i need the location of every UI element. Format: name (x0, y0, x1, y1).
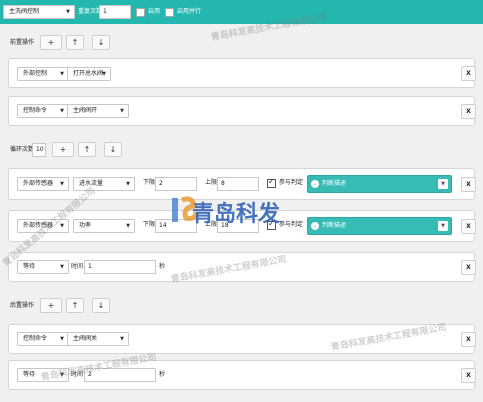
pre-section-title: 前置操作 (10, 39, 35, 46)
parallel-checkbox[interactable] (165, 8, 174, 17)
step-action-label: 主阀阀开 (73, 107, 98, 114)
step-action-select[interactable]: 主阀阀开 ▼ (67, 104, 129, 118)
chevron-down-icon: ▼ (438, 221, 448, 231)
chevron-down-icon: ▼ (60, 372, 64, 378)
chevron-down-icon: ▼ (66, 9, 70, 15)
judge-description-select[interactable]: ⌄ 判断描述 ▼ (307, 217, 452, 235)
loop-count-label: 循环次数 (10, 146, 35, 153)
chevron-down-icon: ▼ (60, 71, 64, 77)
chevron-down-icon: ▼ (60, 264, 64, 270)
chevron-down-icon: ▼ (126, 223, 130, 229)
step-type-select[interactable]: 控制命令 ▼ (17, 104, 69, 118)
step-type-select[interactable]: 外部传感器 ▼ (17, 177, 69, 191)
judge-checkbox[interactable] (267, 177, 276, 188)
pre-add-button[interactable]: + (40, 35, 62, 50)
step-type-label: 等待 (23, 263, 36, 270)
post-up-button[interactable]: ↑ (66, 298, 84, 313)
upper-input[interactable]: 18 (217, 219, 259, 233)
enable-label: 启用 (148, 8, 161, 15)
sensor-select[interactable]: 进水流量 ▼ (73, 177, 135, 191)
delete-step-button[interactable]: X (461, 219, 476, 234)
step-action-label: 主阀阀关 (73, 335, 98, 342)
step-type-select[interactable]: 外部控制 ▼ (17, 67, 69, 81)
loop-count-input[interactable]: 10 (32, 143, 46, 157)
judge-label: 参与判定 (279, 221, 304, 228)
chevron-down-icon: ▼ (60, 223, 64, 229)
step-type-label: 外部传感器 (23, 180, 54, 187)
valve-select-label: 主洗阀控制 (9, 8, 40, 15)
loop-step-row-3: 等待 ▼ 时间 1 秒 X (8, 252, 476, 282)
loop-add-button[interactable]: + (52, 142, 74, 157)
pre-step-row-1: 外部控制 ▼ 打开总水阀 ▼ X (8, 58, 476, 88)
step-action-select[interactable]: 主阀阀关 ▼ (67, 332, 129, 346)
step-action-select[interactable]: 打开总水阀 ▼ (67, 67, 111, 81)
pre-step-row-2: 控制命令 ▼ 主阀阀开 ▼ X (8, 96, 476, 126)
chevron-down-icon: ▼ (120, 336, 124, 342)
time-label: 时间 (71, 371, 84, 378)
judge-description-label: 判断描述 (322, 180, 347, 187)
upper-label: 上限 (205, 221, 218, 228)
loop-step-row-2: 外部传感器 ▼ 功率 ▼ 下限 14 上限 18 参与判定 ⌄ 判断描述 ▼ X (8, 210, 476, 242)
sensor-label: 功率 (79, 222, 92, 229)
time-unit-label: 秒 (159, 263, 166, 270)
step-type-select[interactable]: 控制命令 ▼ (17, 332, 69, 346)
chevron-circle-icon: ⌄ (311, 180, 319, 188)
time-unit-label: 秒 (159, 371, 166, 378)
lower-input[interactable]: 2 (155, 177, 197, 191)
judge-description-label: 判断描述 (322, 222, 347, 229)
sensor-select[interactable]: 功率 ▼ (73, 219, 135, 233)
loop-up-button[interactable]: ↑ (78, 142, 96, 157)
lower-label: 下限 (143, 221, 156, 228)
step-type-select[interactable]: 等待 ▼ (17, 368, 69, 382)
post-step-row-2: 等待 ▼ 时间 2 秒 X (8, 360, 476, 390)
step-type-label: 等待 (23, 371, 36, 378)
delete-step-button[interactable]: X (461, 332, 476, 347)
delete-step-button[interactable]: X (461, 66, 476, 81)
step-type-select[interactable]: 外部传感器 ▼ (17, 219, 69, 233)
lower-input[interactable]: 14 (155, 219, 197, 233)
chevron-down-icon: ▼ (60, 108, 64, 114)
post-down-button[interactable]: ↓ (92, 298, 110, 313)
upper-input[interactable]: 8 (217, 177, 259, 191)
chevron-down-icon: ▼ (126, 181, 130, 187)
post-step-row-1: 控制命令 ▼ 主阀阀关 ▼ X (8, 324, 476, 354)
valve-select[interactable]: 主洗阀控制 ▼ (3, 5, 75, 19)
step-type-label: 外部传感器 (23, 222, 54, 229)
top-toolbar: 主洗阀控制 ▼ 重复次数 1 启用 启用并行 (0, 0, 483, 24)
time-input[interactable]: 1 (84, 260, 156, 274)
chevron-down-icon: ▼ (60, 336, 64, 342)
step-type-select[interactable]: 等待 ▼ (17, 260, 69, 274)
step-type-label: 控制命令 (23, 107, 48, 114)
time-label: 时间 (71, 263, 84, 270)
delete-step-button[interactable]: X (461, 260, 476, 275)
step-type-label: 控制命令 (23, 335, 48, 342)
judge-description-select[interactable]: ⌄ 判断描述 ▼ (307, 175, 452, 193)
repeat-input[interactable]: 1 (99, 5, 131, 19)
step-type-label: 外部控制 (23, 70, 48, 77)
delete-step-button[interactable]: X (461, 177, 476, 192)
pre-down-button[interactable]: ↓ (92, 35, 110, 50)
time-input[interactable]: 2 (84, 368, 156, 382)
judge-label: 参与判定 (279, 179, 304, 186)
chevron-down-icon: ▼ (60, 181, 64, 187)
judge-checkbox[interactable] (267, 219, 276, 230)
chevron-down-icon: ▼ (120, 108, 124, 114)
loop-down-button[interactable]: ↓ (104, 142, 122, 157)
lower-label: 下限 (143, 179, 156, 186)
parallel-label: 启用并行 (177, 8, 202, 15)
upper-label: 上限 (205, 179, 218, 186)
sensor-label: 进水流量 (79, 180, 104, 187)
chevron-circle-icon: ⌄ (311, 222, 319, 230)
post-add-button[interactable]: + (40, 298, 62, 313)
enable-checkbox[interactable] (136, 8, 145, 17)
chevron-down-icon: ▼ (102, 71, 106, 77)
post-section-title: 后置操作 (10, 302, 35, 309)
step-action-label: 打开总水阀 (73, 70, 104, 77)
delete-step-button[interactable]: X (461, 104, 476, 119)
loop-step-row-1: 外部传感器 ▼ 进水流量 ▼ 下限 2 上限 8 参与判定 ⌄ 判断描述 ▼ X (8, 168, 476, 200)
delete-step-button[interactable]: X (461, 368, 476, 383)
pre-up-button[interactable]: ↑ (66, 35, 84, 50)
chevron-down-icon: ▼ (438, 179, 448, 189)
